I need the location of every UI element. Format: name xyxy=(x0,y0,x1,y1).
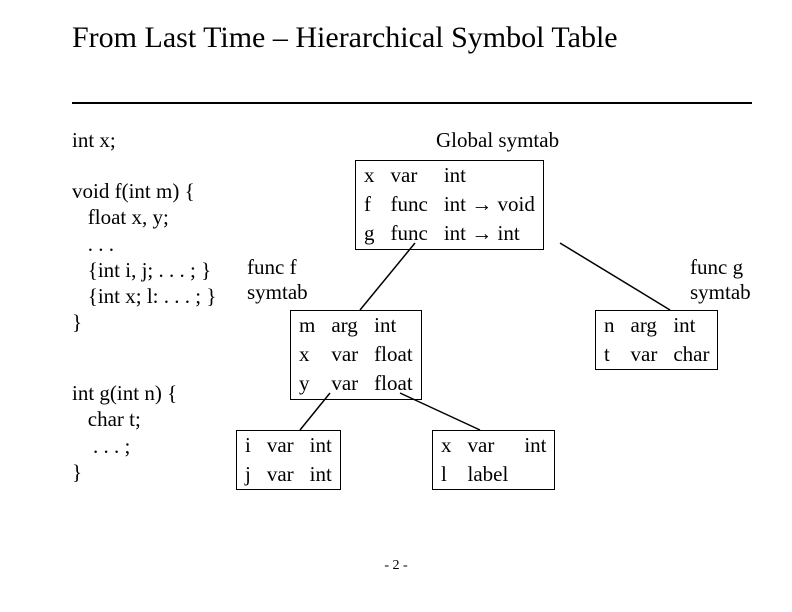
table-row: ffuncint → void xyxy=(356,190,544,219)
code-decl-x: int x; xyxy=(72,128,116,153)
funcg-symtab-label: func g symtab xyxy=(690,255,751,305)
code-func-g: int g(int n) { char t; . . . ; } xyxy=(72,380,177,485)
table-row: gfuncint → int xyxy=(356,219,544,249)
code-func-f: void f(int m) { float x, y; . . . {int i… xyxy=(72,178,216,336)
table-row: xvarfloat xyxy=(291,340,422,369)
title-rule xyxy=(72,102,752,104)
block-ij-table: ivarint jvarint xyxy=(236,430,341,490)
table-row: margint xyxy=(291,311,422,341)
table-row: jvarint xyxy=(237,460,341,490)
page-number: - 2 - xyxy=(0,558,792,574)
table-row: xvarint xyxy=(356,161,544,191)
funcf-table: margint xvarfloat yvarfloat xyxy=(290,310,422,400)
table-row: ivarint xyxy=(237,431,341,461)
table-row: xvarint xyxy=(433,431,555,461)
page-title: From Last Time – Hierarchical Symbol Tab… xyxy=(72,20,672,56)
funcg-table: nargint tvarchar xyxy=(595,310,718,370)
table-row: tvarchar xyxy=(596,340,718,370)
table-row: llabel xyxy=(433,460,555,490)
table-row: yvarfloat xyxy=(291,369,422,399)
block-xl-table: xvarint llabel xyxy=(432,430,555,490)
funcf-symtab-label: func f symtab xyxy=(247,255,308,305)
global-symtab-label: Global symtab xyxy=(436,128,559,153)
table-row: nargint xyxy=(596,311,718,341)
global-table: xvarint ffuncint → void gfuncint → int xyxy=(355,160,544,250)
